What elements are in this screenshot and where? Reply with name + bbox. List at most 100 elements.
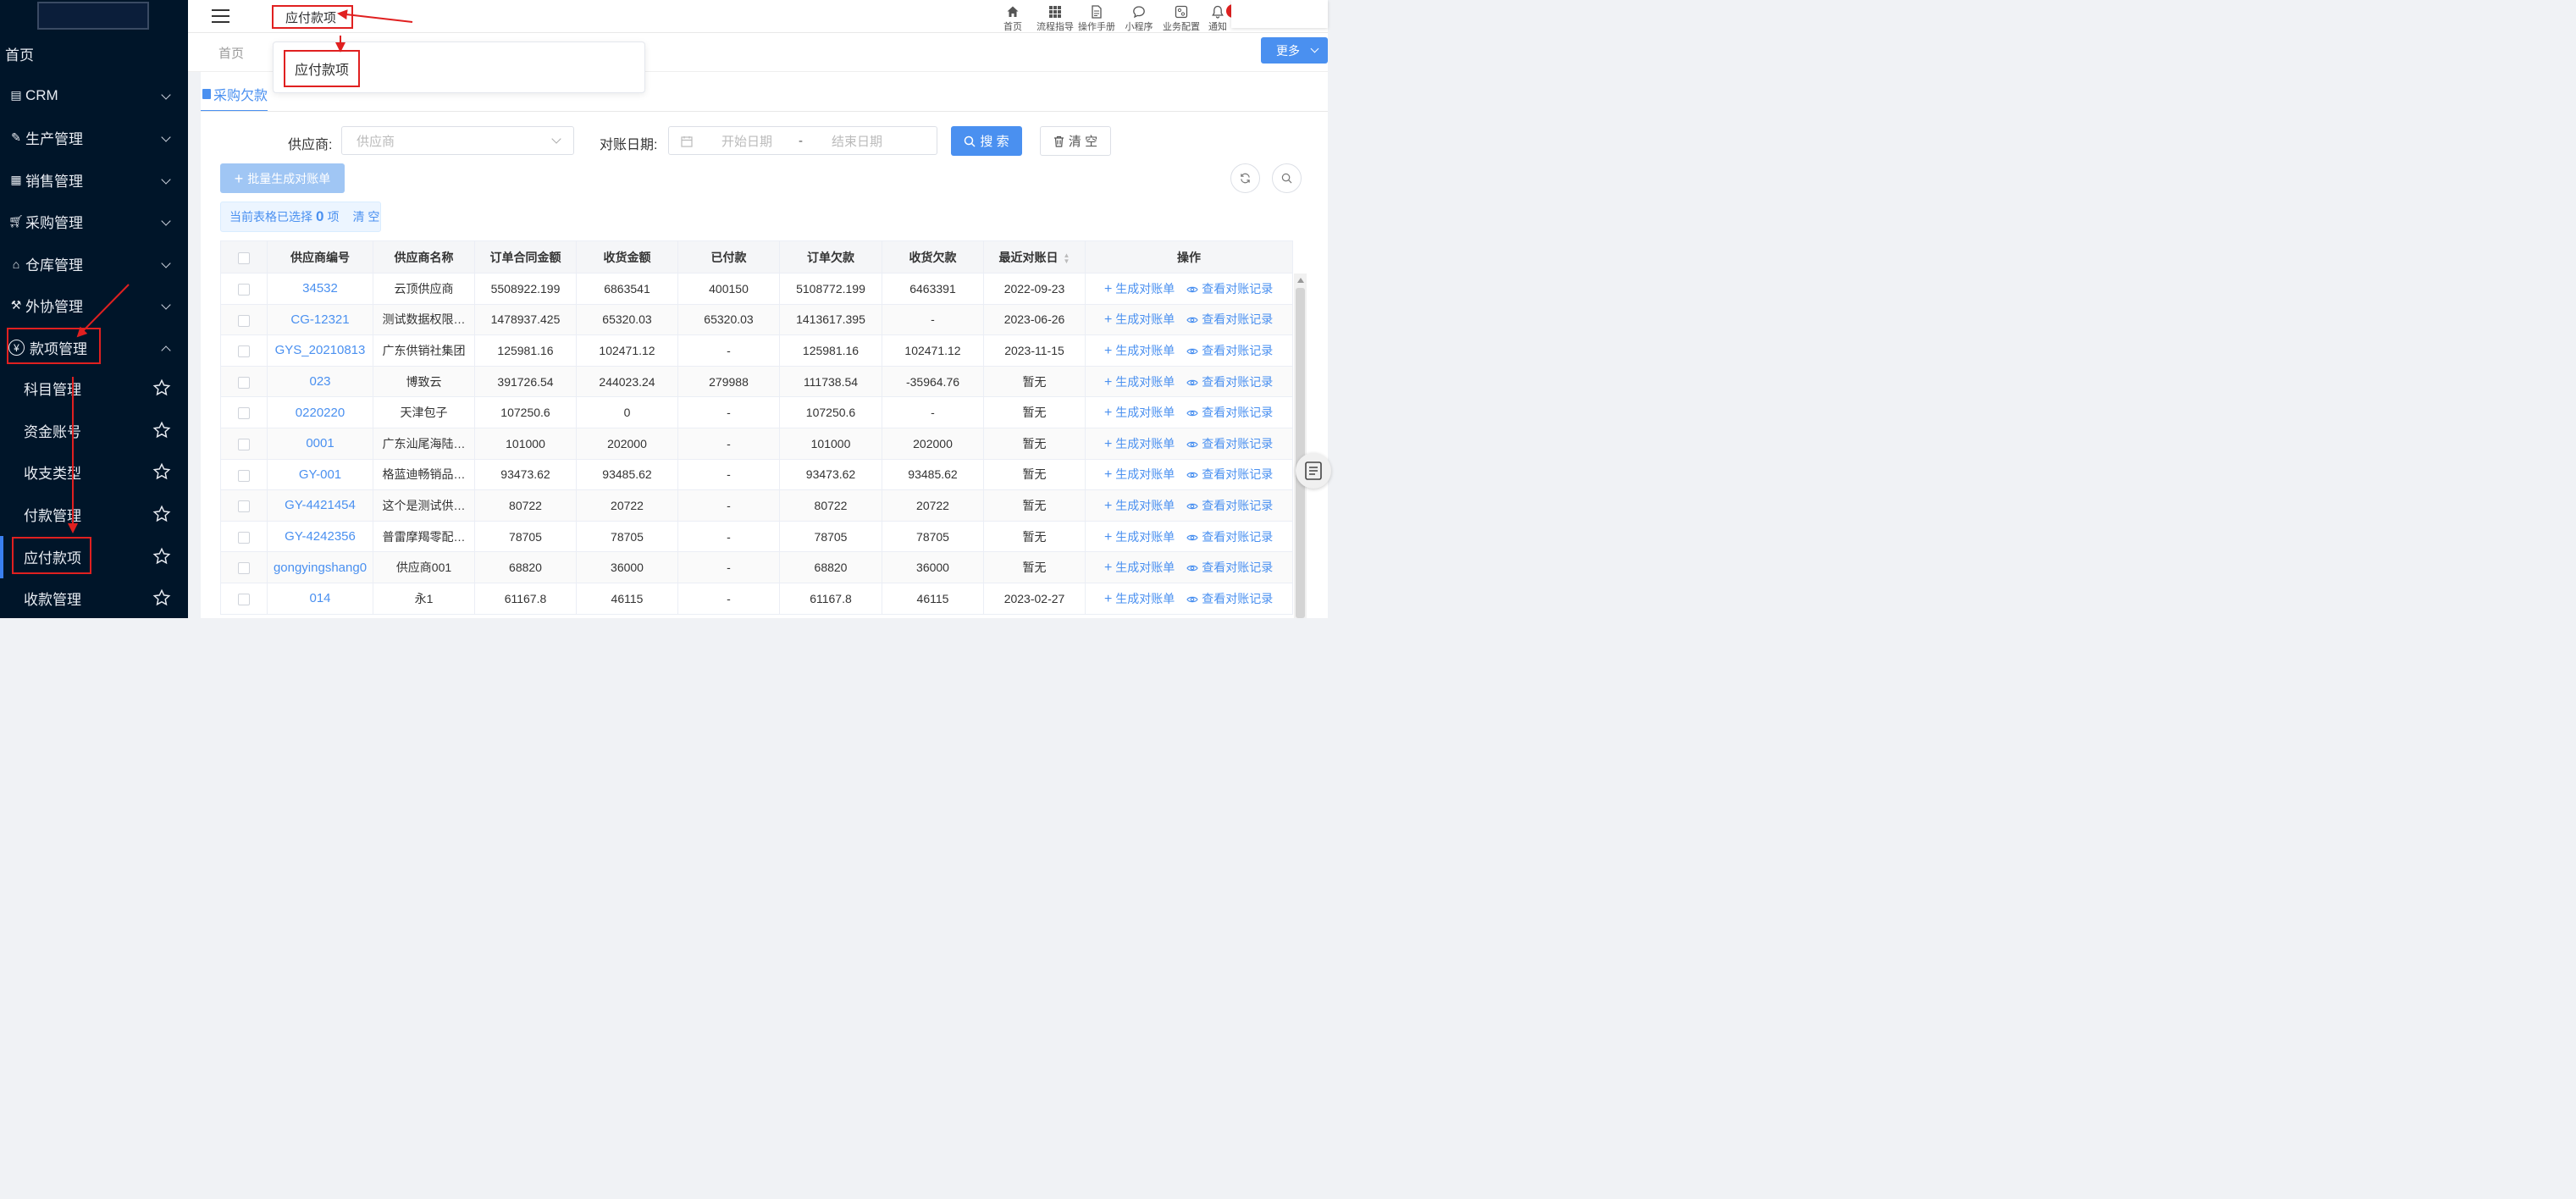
view-records-link[interactable]: 查看对账记录 [1186, 406, 1273, 419]
supplier-code-link[interactable]: GYS_20210813 [267, 334, 373, 367]
supplier-code-link[interactable]: 023 [267, 365, 373, 398]
actions-cell: + 生成对账单 查看对账记录 [1085, 303, 1293, 336]
view-records-link[interactable]: 查看对账记录 [1186, 375, 1273, 389]
row-checkbox[interactable] [238, 407, 250, 420]
tab-purchase-debt[interactable]: 采购欠款 [202, 84, 268, 104]
generate-statement-link[interactable]: + 生成对账单 [1104, 282, 1175, 296]
sidebar-item-purchase[interactable]: 🛒︎ 采购管理 [0, 201, 188, 242]
selection-clear-link[interactable]: 清 空 [352, 208, 379, 225]
user-panel[interactable] [1231, 0, 1328, 28]
generate-statement-link[interactable]: + 生成对账单 [1104, 499, 1175, 513]
sidebar-item-warehouse[interactable]: ⌂ 仓库管理 [0, 243, 188, 285]
row-checkbox[interactable] [238, 500, 250, 513]
sidebar-item-payment-mgmt[interactable]: ¥ 款项管理 [0, 327, 188, 368]
generate-statement-link[interactable]: + 生成对账单 [1104, 375, 1175, 390]
view-records-link[interactable]: 查看对账记录 [1186, 499, 1273, 512]
view-records-link[interactable]: 查看对账记录 [1186, 312, 1273, 326]
dropdown-item[interactable]: 应付款项 [284, 50, 360, 87]
sidebar-item-crm[interactable]: ▤ CRM [0, 75, 188, 116]
hamburger-menu-icon[interactable] [212, 9, 229, 24]
generate-statement-link[interactable]: + 生成对账单 [1104, 406, 1175, 420]
sidebar-item-production[interactable]: ✎ 生产管理 [0, 117, 188, 158]
search-button[interactable]: 搜 索 [951, 126, 1022, 156]
view-records-link[interactable]: 查看对账记录 [1186, 437, 1273, 450]
document-float-button[interactable] [1296, 453, 1331, 489]
sort-icon[interactable]: ▲ ▼ [1064, 251, 1070, 264]
table-cell: 93485.62 [882, 458, 984, 491]
tab-home[interactable]: 首页 [218, 44, 244, 62]
generate-statement-link[interactable]: + 生成对账单 [1104, 312, 1175, 327]
sidebar-item-home[interactable]: 首页 [0, 33, 188, 75]
star-icon[interactable] [152, 378, 171, 397]
generate-statement-link[interactable]: + 生成对账单 [1104, 561, 1175, 575]
view-records-link[interactable]: 查看对账记录 [1186, 467, 1273, 481]
sidebar-subitem[interactable]: 资金账号 [0, 410, 188, 451]
supplier-code-link[interactable]: 34532 [267, 273, 373, 305]
supplier-code-link[interactable]: 0220220 [267, 396, 373, 428]
actions-cell: + 生成对账单 查看对账记录 [1085, 489, 1293, 522]
select-all-checkbox[interactable] [238, 251, 250, 264]
star-icon[interactable] [152, 547, 171, 566]
supplier-code-link[interactable]: GY-4242356 [267, 520, 373, 553]
supplier-code-link[interactable]: gongyingshang0 [267, 551, 373, 583]
more-label: 更多 [1276, 43, 1300, 58]
end-date-input[interactable]: 结束日期 [832, 132, 882, 150]
batch-generate-button[interactable]: + 批量生成对账单 [220, 163, 345, 193]
sidebar-item-outsource[interactable]: ⚒ 外协管理 [0, 285, 188, 326]
supplier-code-link[interactable]: 014 [267, 582, 373, 615]
supplier-code-link[interactable]: 0001 [267, 427, 373, 460]
row-checkbox[interactable] [238, 283, 250, 296]
view-records-link[interactable]: 查看对账记录 [1186, 561, 1273, 574]
star-icon[interactable] [152, 421, 171, 439]
row-checkbox[interactable] [238, 345, 250, 358]
tool-label: 操作手册 [1078, 22, 1115, 32]
star-icon[interactable] [152, 505, 171, 523]
generate-statement-link[interactable]: + 生成对账单 [1104, 344, 1175, 358]
sidebar-subitem[interactable]: 收支类型 [0, 451, 188, 493]
tool-home[interactable]: 首页 [992, 5, 1034, 33]
row-checkbox[interactable] [238, 593, 250, 605]
col-last-reconcile[interactable]: 最近对账日 ▲ ▼ [983, 240, 1086, 274]
view-records-link[interactable]: 查看对账记录 [1186, 282, 1273, 296]
sidebar-subitem[interactable]: 收款管理 [0, 577, 188, 619]
tool-manual[interactable]: 操作手册 [1075, 5, 1118, 33]
sidebar-subitem-active[interactable]: 应付款项 [0, 536, 188, 577]
row-checkbox[interactable] [238, 562, 250, 575]
tool-flow-guide[interactable]: 流程指导 [1034, 5, 1076, 33]
view-records-link[interactable]: 查看对账记录 [1186, 592, 1273, 605]
date-range-picker[interactable]: 开始日期 - 结束日期 [668, 126, 937, 155]
sidebar-subitem[interactable]: 付款管理 [0, 494, 188, 535]
refresh-button[interactable] [1230, 163, 1260, 193]
generate-statement-link[interactable]: + 生成对账单 [1104, 530, 1175, 544]
supplier-select[interactable]: 供应商 [341, 126, 574, 155]
star-icon[interactable] [152, 462, 171, 481]
tool-miniprogram[interactable]: 小程序 [1118, 5, 1160, 33]
sidebar-item-sales[interactable]: ▦ 销售管理 [0, 159, 188, 201]
start-date-input[interactable]: 开始日期 [721, 132, 772, 150]
generate-label: 生成对账单 [1115, 591, 1175, 605]
table-cell: 暂无 [983, 396, 1086, 428]
generate-statement-link[interactable]: + 生成对账单 [1104, 591, 1175, 606]
row-checkbox[interactable] [238, 531, 250, 544]
sidebar-subitem[interactable]: 科目管理 [0, 367, 188, 409]
row-checkbox[interactable] [238, 314, 250, 327]
supplier-code-link[interactable]: GY-001 [267, 458, 373, 491]
row-checkbox[interactable] [238, 438, 250, 450]
generate-statement-link[interactable]: + 生成对账单 [1104, 467, 1175, 482]
clear-button[interactable]: 清 空 [1040, 126, 1111, 156]
more-button[interactable]: 更多 [1261, 37, 1328, 64]
row-checkbox[interactable] [238, 469, 250, 482]
star-icon[interactable] [152, 588, 171, 607]
scrollbar-thumb[interactable] [1296, 288, 1305, 618]
scroll-up-arrow[interactable] [1297, 278, 1304, 283]
table-cell: - [677, 427, 780, 460]
breadcrumb[interactable]: 应付款项 [285, 8, 336, 26]
supplier-code-link[interactable]: CG-12321 [267, 303, 373, 336]
view-records-link[interactable]: 查看对账记录 [1186, 530, 1273, 544]
view-records-link[interactable]: 查看对账记录 [1186, 344, 1273, 357]
row-checkbox[interactable] [238, 376, 250, 389]
batch-label: 批量生成对账单 [247, 171, 331, 185]
search-toggle-button[interactable] [1272, 163, 1302, 193]
generate-statement-link[interactable]: + 生成对账单 [1104, 437, 1175, 451]
supplier-code-link[interactable]: GY-4421454 [267, 489, 373, 522]
